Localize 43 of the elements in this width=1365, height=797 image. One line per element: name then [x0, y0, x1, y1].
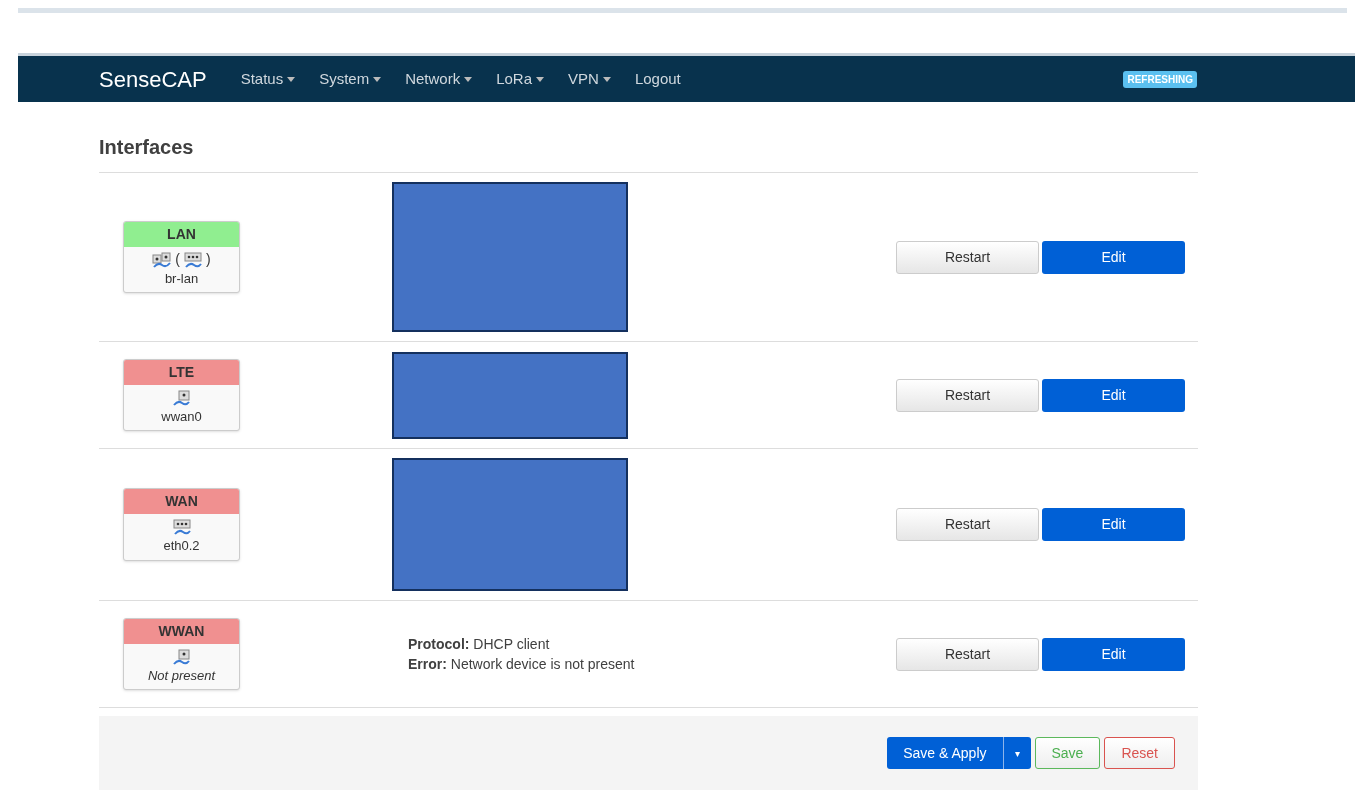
page-title: Interfaces	[99, 135, 195, 160]
dropdown-toggle[interactable]: ▾	[1002, 737, 1031, 769]
interface-name: WAN	[124, 489, 239, 515]
info-line: Protocol: DHCP client	[408, 635, 551, 654]
brand-logo[interactable]: SenseCAP	[99, 62, 207, 96]
nav-menu[interactable]: Logout	[622, 67, 693, 91]
caret-icon	[373, 76, 382, 82]
caret-icon	[536, 76, 545, 82]
edit-button[interactable]: Edit	[1042, 378, 1185, 412]
device-name: wwan0	[161, 407, 202, 426]
nav-menu[interactable]: LoRa	[484, 67, 557, 91]
edit-button[interactable]: Edit	[1042, 637, 1185, 671]
network-port-icon	[172, 648, 191, 665]
interface-name: LTE	[124, 359, 239, 385]
status-badge: REFRESHING	[1123, 70, 1197, 88]
nav-menu[interactable]: Network	[393, 67, 485, 91]
bridge-icon	[152, 251, 173, 268]
info-line: Error: Network device is not present	[408, 655, 636, 674]
caret-icon	[287, 76, 296, 82]
save-apply-label[interactable]: Save & Apply	[887, 737, 1003, 769]
reset-button[interactable]: Reset	[1104, 737, 1175, 769]
bracket: )	[206, 250, 211, 270]
restart-button[interactable]: Restart	[896, 240, 1039, 274]
caret-icon	[602, 76, 611, 82]
restart-button[interactable]: Restart	[896, 637, 1039, 671]
device-name: Not present	[147, 666, 216, 685]
restart-button[interactable]: Restart	[896, 508, 1039, 541]
nav-menu[interactable]: System	[307, 67, 394, 91]
caret-icon	[464, 76, 473, 82]
device-name: eth0.2	[163, 537, 200, 556]
edit-button[interactable]: Edit	[1042, 508, 1185, 541]
network-switch-icon	[183, 251, 203, 268]
nav-menu[interactable]: Status	[228, 67, 308, 91]
interface-name: LAN	[124, 221, 239, 247]
interface-name: WWAN	[124, 618, 239, 644]
device-name: br-lan	[164, 269, 199, 288]
network-switch-icon	[171, 519, 192, 536]
restart-button[interactable]: Restart	[896, 378, 1039, 412]
nav-menu[interactable]: VPN	[556, 67, 623, 91]
edit-button[interactable]: Edit	[1042, 240, 1185, 274]
save-apply-button[interactable]: Save & Apply ▾	[887, 737, 1031, 769]
network-port-icon	[172, 389, 191, 406]
bracket: (	[175, 250, 180, 270]
